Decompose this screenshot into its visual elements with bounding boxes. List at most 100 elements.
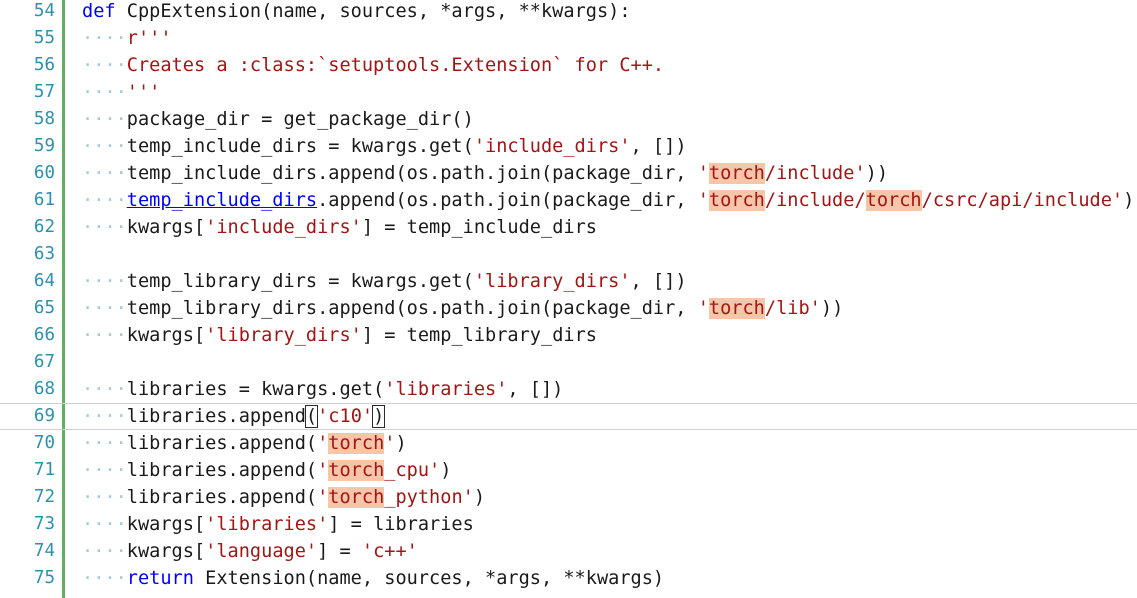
code-token: )) (865, 163, 889, 184)
code-token: ) (440, 460, 452, 481)
line-number: 59 (33, 136, 55, 156)
code-text[interactable]: ····libraries.append('torch_python') (82, 484, 485, 511)
indent-dots: ···· (82, 82, 127, 103)
code-line[interactable]: 64 ····temp_library_dirs = kwargs.get('li… (0, 268, 1137, 295)
code-text[interactable]: ····temp_library_dirs.append(os.path.joi… (82, 295, 843, 322)
line-number: 70 (33, 433, 55, 453)
code-text[interactable]: ····''' (82, 79, 160, 106)
code-token: package_dir = get_package_dir() (126, 109, 474, 130)
code-token: /include' (764, 163, 866, 184)
code-text[interactable]: def CppExtension(name, sources, *args, *… (82, 0, 631, 25)
code-text[interactable]: ····libraries.append('torch') (82, 430, 407, 457)
code-token: 'include_dirs' (205, 217, 362, 238)
code-text[interactable]: ····libraries = kwargs.get('libraries', … (82, 376, 563, 403)
code-line[interactable]: 72 ····libraries.append('torch_python') (0, 484, 1137, 511)
code-token: ' (384, 433, 396, 454)
code-line[interactable]: 69 ····libraries.append('c10') (0, 403, 1137, 430)
code-text[interactable]: ····Creates a :class:`setuptools.Extensi… (82, 52, 664, 79)
line-number: 56 (33, 55, 55, 75)
code-token: 'include_dirs' (473, 136, 631, 157)
code-text[interactable]: ····kwargs['library_dirs'] = temp_librar… (82, 322, 597, 349)
code-token: libraries.append( (126, 487, 318, 508)
code-token: ' (317, 460, 329, 481)
indent-dots: ···· (82, 271, 127, 292)
code-token: ) (473, 487, 486, 508)
code-token: 'library_dirs' (205, 325, 362, 346)
code-token: )) (1123, 190, 1137, 211)
line-number: 57 (33, 82, 55, 102)
code-line[interactable]: 56 ····Creates a :class:`setuptools.Exten… (0, 52, 1137, 79)
code-text[interactable]: ····temp_include_dirs.append(os.path.joi… (82, 160, 888, 187)
code-line[interactable]: 66 ····kwargs['library_dirs'] = temp_libr… (0, 322, 1137, 349)
indent-dots: ···· (82, 136, 127, 157)
code-line[interactable]: 63 (0, 241, 1137, 268)
code-token: kwargs[ (126, 217, 206, 238)
indent-dots: ···· (82, 460, 127, 481)
code-text[interactable]: ····temp_include_dirs = kwargs.get('incl… (82, 133, 687, 160)
code-editor[interactable]: 54 def CppExtension(name, sources, *args,… (0, 0, 1137, 598)
code-line[interactable]: 61 ····temp_include_dirs.append(os.path.j… (0, 187, 1137, 214)
indent-dots: ···· (82, 406, 127, 427)
code-token: torch (328, 487, 385, 508)
code-line[interactable]: 55 ····r''' (0, 25, 1137, 52)
line-number: 55 (33, 28, 55, 48)
line-number: 74 (33, 541, 55, 561)
code-token: ] = temp_include_dirs (361, 217, 597, 238)
code-text[interactable]: ····package_dir = get_package_dir() (82, 106, 474, 133)
code-text[interactable]: ····kwargs['libraries'] = libraries (82, 511, 474, 538)
code-token: temp_library_dirs.append(os.path.join(pa… (126, 298, 698, 319)
code-token: def (82, 1, 116, 22)
code-line[interactable]: 62 ····kwargs['include_dirs'] = temp_incl… (0, 214, 1137, 241)
code-token: 'c++' (361, 541, 418, 562)
code-text[interactable]: ····kwargs['language'] = 'c++' (82, 538, 418, 565)
code-text[interactable]: ····temp_include_dirs.append(os.path.joi… (82, 187, 1137, 214)
code-token: kwargs[ (126, 514, 206, 535)
line-number: 73 (33, 514, 55, 534)
code-text[interactable]: ····libraries.append('c10') (82, 404, 386, 429)
code-line[interactable]: 70 ····libraries.append('torch') (0, 430, 1137, 457)
indent-dots: ···· (82, 109, 127, 130)
code-token: ] = (317, 541, 362, 562)
code-token: return (126, 568, 194, 589)
indent-dots: ···· (82, 541, 127, 562)
code-line[interactable]: 59 ····temp_include_dirs = kwargs.get('in… (0, 133, 1137, 160)
code-text[interactable]: ····temp_library_dirs = kwargs.get('libr… (82, 268, 687, 295)
code-line[interactable]: 54 def CppExtension(name, sources, *args,… (0, 0, 1137, 25)
indent-dots: ···· (82, 487, 127, 508)
code-token: _cpu' (384, 460, 441, 481)
code-token: , []) (630, 136, 687, 157)
code-line[interactable]: 73 ····kwargs['libraries'] = libraries (0, 511, 1137, 538)
code-token: 'language' (205, 541, 318, 562)
code-text[interactable]: ····libraries.append('torch_cpu') (82, 457, 451, 484)
indent-dots: ···· (82, 217, 127, 238)
indent-dots: ···· (82, 298, 127, 319)
code-token: temp_include_dirs (126, 190, 318, 211)
code-line[interactable]: 65 ····temp_library_dirs.append(os.path.j… (0, 295, 1137, 322)
code-token: temp_library_dirs = kwargs.get( (126, 271, 474, 292)
code-text[interactable]: ····return Extension(name, sources, *arg… (82, 565, 664, 592)
code-line[interactable]: 60 ····temp_include_dirs.append(os.path.j… (0, 160, 1137, 187)
code-token: , []) (630, 271, 687, 292)
code-line[interactable]: 71 ····libraries.append('torch_cpu') (0, 457, 1137, 484)
code-line[interactable]: 57 ····''' (0, 79, 1137, 106)
code-text[interactable]: ····r''' (82, 25, 172, 52)
indent-dots: ···· (82, 379, 127, 400)
code-token: ( (304, 405, 319, 428)
indent-dots: ···· (82, 190, 127, 211)
code-line[interactable]: 58 ····package_dir = get_package_dir() (0, 106, 1137, 133)
code-line[interactable]: 67 (0, 349, 1137, 376)
code-token: ' (317, 433, 329, 454)
code-token: torch (328, 433, 385, 454)
line-number: 60 (33, 163, 55, 183)
code-token: kwargs[ (126, 325, 206, 346)
code-token: CppExtension(name, sources, *args, **kwa… (115, 1, 631, 22)
line-number: 62 (33, 217, 55, 237)
code-line[interactable]: 75 ····return Extension(name, sources, *a… (0, 565, 1137, 592)
code-token: ' (317, 487, 329, 508)
code-line[interactable]: 68 ····libraries = kwargs.get('libraries'… (0, 376, 1137, 403)
line-number: 63 (33, 244, 55, 264)
code-line[interactable]: 74 ····kwargs['language'] = 'c++' (0, 538, 1137, 565)
code-token: libraries.append( (126, 460, 318, 481)
code-text[interactable]: ····kwargs['include_dirs'] = temp_includ… (82, 214, 597, 241)
code-token: temp_include_dirs = kwargs.get( (126, 136, 474, 157)
